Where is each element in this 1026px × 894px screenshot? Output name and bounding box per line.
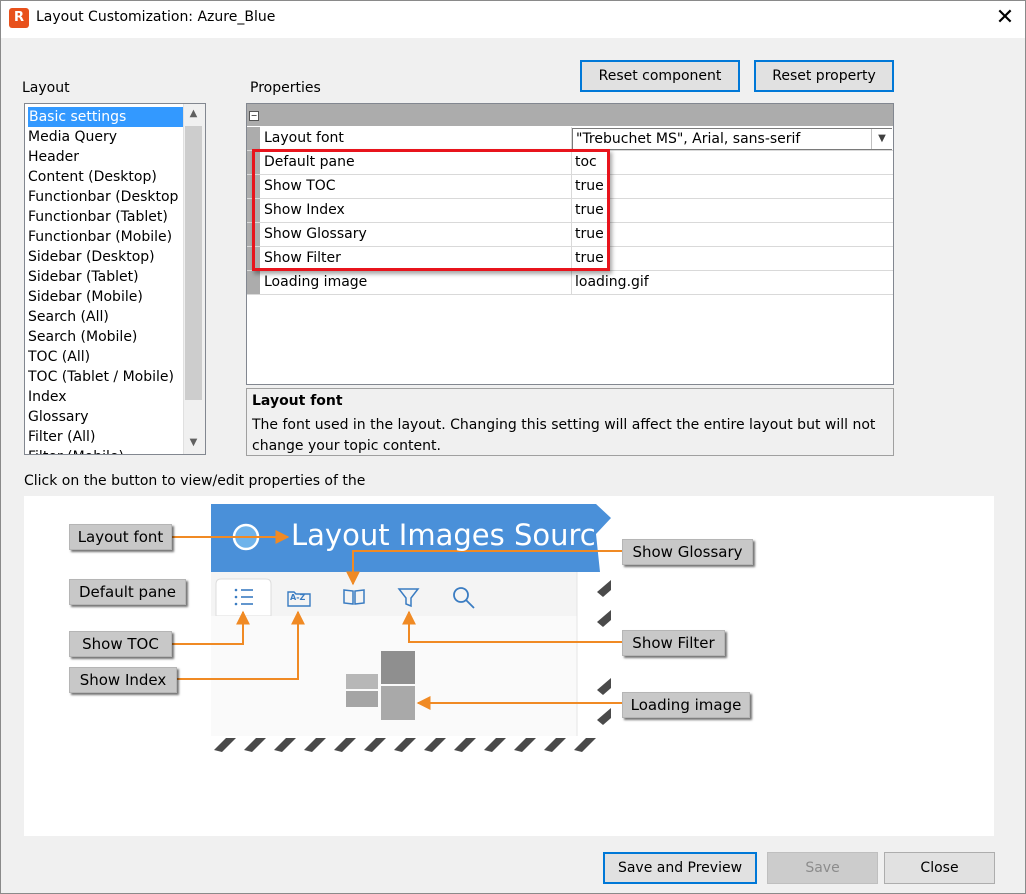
default-pane-callout[interactable]: Default pane (69, 579, 186, 605)
close-button[interactable]: Close (884, 852, 995, 884)
save-button[interactable]: Save (767, 852, 878, 884)
show-filter-callout[interactable]: Show Filter (622, 630, 725, 656)
show-glossary-callout[interactable]: Show Glossary (622, 539, 753, 565)
layout-font-callout[interactable]: Layout font (69, 524, 172, 550)
loading-image-callout[interactable]: Loading image (622, 692, 750, 718)
preview-header-text: Layout Images Source (291, 518, 614, 552)
show-index-callout[interactable]: Show Index (69, 667, 177, 693)
show-toc-callout[interactable]: Show TOC (69, 631, 172, 657)
preview-illustration (172, 504, 624, 752)
save-and-preview-button[interactable]: Save and Preview (603, 852, 757, 884)
az-label: A-Z (290, 593, 306, 602)
